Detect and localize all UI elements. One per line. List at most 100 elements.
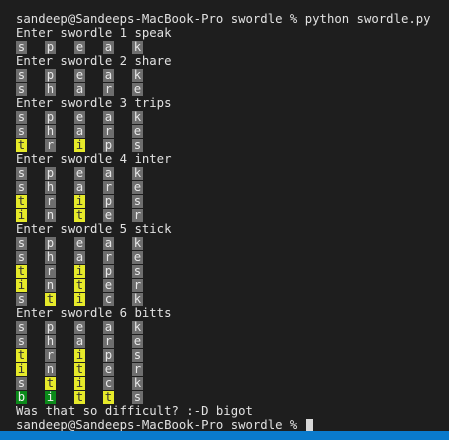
letter-tile-yellow: i — [74, 376, 85, 390]
letter-tile-gray: a — [103, 110, 114, 124]
tile-gap — [114, 209, 132, 222]
letter-tile-gray: e — [74, 320, 85, 334]
status-bar — [0, 431, 449, 440]
letter-tile-gray: s — [16, 292, 27, 306]
letter-tile-yellow: t — [16, 264, 27, 278]
letter-tile-gray: r — [45, 194, 56, 208]
tile-row: speak — [16, 320, 449, 334]
tile-gap — [27, 83, 45, 96]
letter-tile-gray: c — [103, 292, 114, 306]
letter-tile-gray: s — [16, 82, 27, 96]
tile-gap — [56, 195, 74, 208]
tile-gap — [27, 125, 45, 138]
tile-gap — [85, 111, 103, 124]
letter-tile-gray: n — [45, 208, 56, 222]
letter-tile-yellow: t — [74, 362, 85, 376]
tile-gap — [56, 125, 74, 138]
tile-gap — [114, 125, 132, 138]
letter-tile-gray: s — [16, 250, 27, 264]
tile-gap — [27, 181, 45, 194]
guess-prompt: Enter swordle 6 bitts — [16, 306, 172, 320]
shell-prompt: sandeep@Sandeeps-MacBook-Pro swordle % — [16, 418, 305, 432]
letter-tile-yellow: i — [74, 138, 85, 152]
tile-gap — [114, 139, 132, 152]
tile-gap — [85, 335, 103, 348]
tile-gap — [27, 209, 45, 222]
tile-row: inter — [16, 208, 449, 222]
letter-tile-yellow: i — [74, 194, 85, 208]
letter-tile-gray: e — [132, 124, 143, 138]
tile-gap — [27, 41, 45, 54]
letter-tile-gray: e — [132, 334, 143, 348]
tile-gap — [114, 167, 132, 180]
letter-tile-gray: r — [132, 362, 143, 376]
tile-gap — [85, 83, 103, 96]
letter-tile-green: i — [45, 390, 56, 404]
tile-row: trips — [16, 194, 449, 208]
letter-tile-gray: s — [16, 40, 27, 54]
letter-tile-gray: p — [103, 264, 114, 278]
letter-tile-gray: a — [74, 334, 85, 348]
letter-tile-gray: k — [132, 320, 143, 334]
tile-gap — [85, 251, 103, 264]
tile-row: share — [16, 124, 449, 138]
letter-tile-gray: k — [132, 236, 143, 250]
tile-gap — [56, 377, 74, 390]
letter-tile-yellow: i — [74, 292, 85, 306]
tile-gap — [56, 251, 74, 264]
letter-tile-gray: s — [132, 390, 143, 404]
letter-tile-yellow: i — [16, 362, 27, 376]
letter-tile-gray: k — [132, 68, 143, 82]
letter-tile-gray: s — [16, 376, 27, 390]
tile-gap — [27, 265, 45, 278]
letter-tile-gray: e — [74, 110, 85, 124]
tile-gap — [85, 69, 103, 82]
tile-gap — [114, 83, 132, 96]
tile-gap — [27, 167, 45, 180]
letter-tile-gray: s — [132, 264, 143, 278]
letter-tile-gray: a — [103, 68, 114, 82]
shell-prompt-line[interactable]: sandeep@Sandeeps-MacBook-Pro swordle % — [16, 418, 449, 432]
letter-tile-gray: e — [103, 362, 114, 376]
tile-gap — [85, 125, 103, 138]
letter-tile-gray: r — [103, 334, 114, 348]
letter-tile-gray: a — [74, 82, 85, 96]
letter-tile-yellow: t — [16, 194, 27, 208]
tile-gap — [114, 363, 132, 376]
tile-gap — [114, 377, 132, 390]
letter-tile-yellow: i — [16, 208, 27, 222]
letter-tile-yellow: t — [74, 208, 85, 222]
guess-prompt: Enter swordle 1 speak — [16, 26, 172, 40]
tile-gap — [114, 265, 132, 278]
tile-row: stick — [16, 376, 449, 390]
letter-tile-gray: s — [16, 124, 27, 138]
tile-gap — [85, 321, 103, 334]
tile-gap — [56, 293, 74, 306]
letter-tile-gray: e — [132, 180, 143, 194]
terminal-output[interactable]: sandeep@Sandeeps-MacBook-Pro swordle % p… — [0, 0, 449, 432]
letter-tile-gray: a — [74, 180, 85, 194]
letter-tile-gray: s — [16, 320, 27, 334]
letter-tile-gray: h — [45, 334, 56, 348]
letter-tile-gray: k — [132, 292, 143, 306]
letter-tile-gray: r — [45, 138, 56, 152]
letter-tile-yellow: i — [16, 278, 27, 292]
tile-gap — [114, 391, 132, 404]
tile-gap — [27, 139, 45, 152]
letter-tile-gray: p — [45, 320, 56, 334]
letter-tile-gray: r — [45, 348, 56, 362]
tile-gap — [114, 69, 132, 82]
tile-gap — [27, 363, 45, 376]
letter-tile-gray: e — [103, 278, 114, 292]
letter-tile-gray: a — [103, 236, 114, 250]
tile-gap — [56, 181, 74, 194]
tile-gap — [114, 321, 132, 334]
tile-gap — [56, 167, 74, 180]
letter-tile-gray: r — [132, 208, 143, 222]
letter-tile-gray: k — [132, 166, 143, 180]
tile-gap — [85, 41, 103, 54]
tile-gap — [27, 195, 45, 208]
tile-gap — [56, 279, 74, 292]
letter-tile-gray: p — [45, 110, 56, 124]
tile-gap — [85, 377, 103, 390]
